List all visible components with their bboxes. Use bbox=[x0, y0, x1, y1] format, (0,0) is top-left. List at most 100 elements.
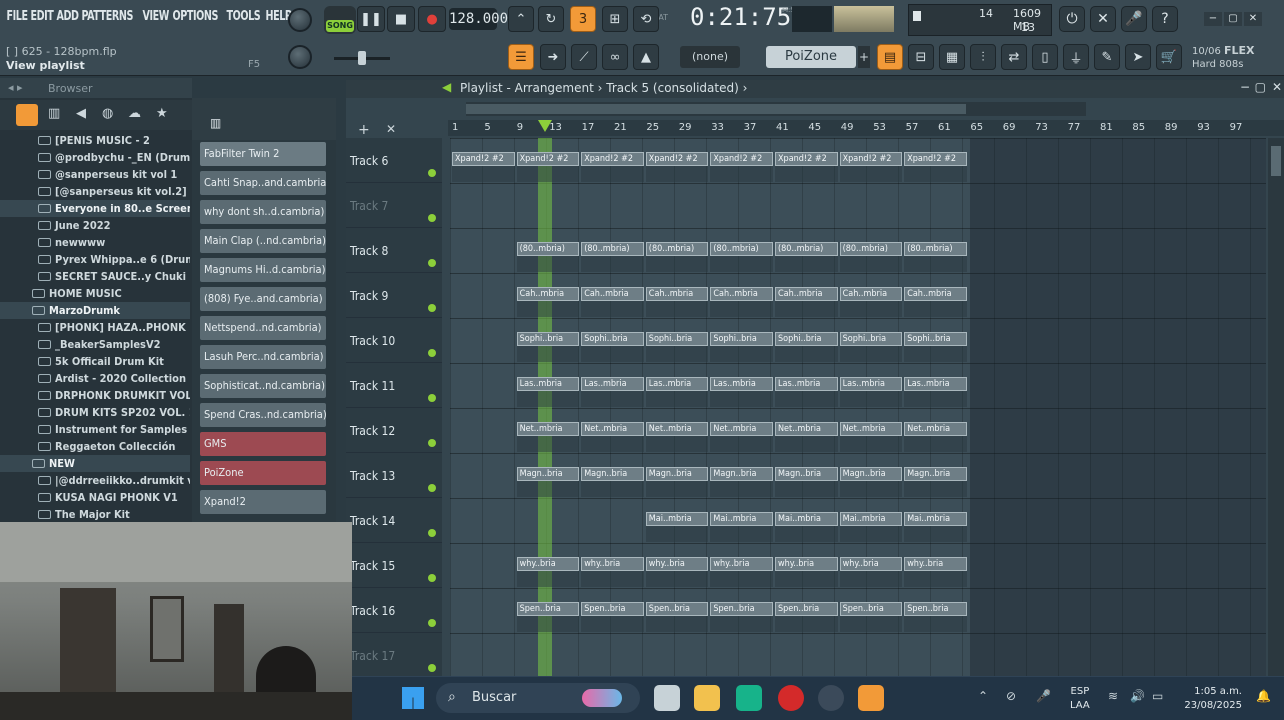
browser-folder-item[interactable]: |@ddrreeiikko..drumkit vol.1 bbox=[0, 472, 190, 489]
browser-folder-item[interactable]: [@sanperseus kit vol.2] bbox=[0, 183, 190, 200]
menu-tools[interactable]: TOOLS bbox=[224, 9, 263, 24]
playlist-close[interactable]: ✕ bbox=[1272, 80, 1282, 94]
pattern-clip[interactable]: why..bria bbox=[775, 557, 838, 571]
pattern-clip[interactable]: why..bria bbox=[839, 557, 903, 571]
vertical-scroll-thumb[interactable] bbox=[1271, 146, 1281, 176]
pattern-clip[interactable]: why..bria bbox=[645, 557, 709, 571]
store-icon[interactable] bbox=[736, 685, 762, 711]
add-track-icon[interactable]: + bbox=[358, 122, 370, 138]
flex-news-panel[interactable]: 10/06 FLEX Hard 808s bbox=[1192, 44, 1255, 71]
browser-folder-icon[interactable]: ▥ bbox=[48, 106, 60, 121]
pattern-clip[interactable]: Cah..mbria bbox=[839, 287, 903, 301]
track-mute-led[interactable] bbox=[428, 259, 436, 267]
pattern-clip[interactable]: Cah..mbria bbox=[581, 287, 644, 301]
channel-picker-item[interactable]: GMS bbox=[200, 432, 326, 456]
browser-folder-item[interactable]: [PHONK] HAZA..PHONK KIT 4 bbox=[0, 319, 190, 336]
playlist-minimize[interactable]: − bbox=[1240, 80, 1250, 94]
pattern-clip[interactable]: Magn..bria bbox=[839, 467, 903, 481]
channel-picker-item[interactable]: Main Clap (..nd.cambria) bbox=[200, 229, 326, 253]
pattern-clip[interactable]: Xpand!2 #2 bbox=[516, 152, 580, 166]
pattern-clip[interactable]: Mai..mbria bbox=[904, 512, 967, 526]
power-button[interactable]: ⏻ bbox=[1059, 6, 1085, 32]
snap-button[interactable]: ⟋ bbox=[571, 44, 597, 70]
track-header[interactable]: Track 16 bbox=[346, 588, 442, 633]
pattern-clip[interactable]: Xpand!2 #2 bbox=[710, 152, 773, 166]
play-pause-button[interactable]: ❚❚ bbox=[357, 6, 385, 32]
loop-record-button[interactable]: ⟲ bbox=[633, 6, 659, 32]
browser-folder-item[interactable]: SECRET SAUCE..y Chuki Beats bbox=[0, 268, 190, 285]
pattern-clip[interactable]: Sophi..bria bbox=[645, 332, 709, 346]
pattern-clip[interactable]: Mai..mbria bbox=[710, 512, 773, 526]
wait-input-button[interactable]: ↻ bbox=[538, 6, 564, 32]
pattern-clip[interactable]: Las..mbria bbox=[904, 377, 967, 391]
song-time-display[interactable]: 0:21:75 bbox=[690, 3, 791, 35]
browser-nav-icon[interactable]: ◂ ▸ bbox=[8, 81, 23, 94]
menu-add[interactable]: ADD bbox=[54, 9, 81, 24]
browser-folder-item[interactable]: Everyone in 80..e Screen) Kit bbox=[0, 200, 190, 217]
browser-folder-item[interactable]: MarzoDrumk bbox=[0, 302, 190, 319]
track-header[interactable]: Track 11 bbox=[346, 363, 442, 408]
pattern-clip[interactable]: Sophi..bria bbox=[710, 332, 773, 346]
pattern-clip[interactable]: Net..mbria bbox=[581, 422, 644, 436]
pattern-clip[interactable]: Las..mbria bbox=[645, 377, 709, 391]
track-header[interactable]: Track 13 bbox=[346, 453, 442, 498]
pattern-clip[interactable]: (80..mbria) bbox=[904, 242, 967, 256]
browser-folder-item[interactable]: DRUM KITS SP202 VOL. 1 bbox=[0, 404, 190, 421]
pattern-clip[interactable]: Spen..bria bbox=[710, 602, 773, 616]
pattern-clip[interactable]: why..bria bbox=[581, 557, 644, 571]
tray-wifi-icon[interactable]: ≋ bbox=[1108, 689, 1118, 703]
fl-studio-taskbar-icon[interactable] bbox=[858, 685, 884, 711]
channel-picker-item[interactable]: PoiZone bbox=[200, 461, 326, 485]
pattern-clip[interactable]: Xpand!2 #2 bbox=[839, 152, 903, 166]
playhead-marker[interactable] bbox=[538, 120, 552, 132]
pattern-clip[interactable]: Spen..bria bbox=[581, 602, 644, 616]
pattern-clip[interactable]: (80..mbria) bbox=[710, 242, 773, 256]
metronome-button[interactable]: ⌃ bbox=[508, 6, 534, 32]
menu-file[interactable]: FILE bbox=[4, 9, 30, 24]
minimize-button[interactable]: − bbox=[1204, 12, 1222, 26]
channel-picker-item[interactable]: FabFilter Twin 2 bbox=[200, 142, 326, 166]
pattern-clip[interactable]: Net..mbria bbox=[904, 422, 967, 436]
tray-battery-icon[interactable]: ▭ bbox=[1152, 689, 1163, 703]
play-arrow-icon[interactable]: ◀ bbox=[442, 80, 451, 94]
menu-patterns[interactable]: PATTERNS bbox=[79, 9, 135, 24]
pattern-clip[interactable]: (80..mbria) bbox=[516, 242, 580, 256]
browser-folder-item[interactable]: DRPHONK DRUMKIT VOL_3 bbox=[0, 387, 190, 404]
pattern-clip[interactable]: why..bria bbox=[516, 557, 580, 571]
channel-picker-item[interactable]: Xpand!2 bbox=[200, 490, 326, 514]
tray-network-off-icon[interactable]: ⊘ bbox=[1006, 689, 1016, 703]
shop-button[interactable]: 🛒 bbox=[1156, 44, 1182, 70]
channel-picker-item[interactable]: Cahti Snap..and.cambria) bbox=[200, 171, 326, 195]
stop-button[interactable]: ■ bbox=[387, 6, 415, 32]
track-header[interactable]: Track 7 bbox=[346, 183, 442, 228]
pattern-clip[interactable]: Las..mbria bbox=[516, 377, 580, 391]
browser-folder-item[interactable]: HOME MUSIC bbox=[0, 285, 190, 302]
browser-folder-item[interactable]: KUSA NAGI PHONK V1 bbox=[0, 489, 190, 506]
pattern-clip[interactable]: (80..mbria) bbox=[775, 242, 838, 256]
track-mute-led[interactable] bbox=[428, 619, 436, 627]
windows-start-button[interactable] bbox=[400, 685, 426, 711]
pattern-clip[interactable]: Sophi..bria bbox=[581, 332, 644, 346]
channel-picker-item[interactable]: Lasuh Perc..nd.cambria) bbox=[200, 345, 326, 369]
browser-folder-item[interactable]: [PENIS MUSIC - 2 bbox=[0, 132, 190, 149]
tray-clock[interactable]: 1:05 a.m. 23/08/2025 bbox=[1182, 685, 1242, 713]
pattern-clip[interactable]: Cah..mbria bbox=[516, 287, 580, 301]
template-button[interactable]: ▯ bbox=[1032, 44, 1058, 70]
mixer-button[interactable]: ⫶ bbox=[970, 44, 996, 70]
file-explorer-icon[interactable] bbox=[694, 685, 720, 711]
record-button[interactable]: ● bbox=[418, 6, 446, 32]
pattern-clip[interactable]: Las..mbria bbox=[710, 377, 773, 391]
close-button[interactable]: ✕ bbox=[1244, 12, 1262, 26]
menu-view[interactable]: VIEW bbox=[140, 9, 171, 24]
pattern-clip[interactable]: Spen..bria bbox=[839, 602, 903, 616]
track-header[interactable]: Track 8 bbox=[346, 228, 442, 273]
track-mute-led[interactable] bbox=[428, 664, 436, 672]
pattern-clip[interactable]: Las..mbria bbox=[839, 377, 903, 391]
browser-star-icon[interactable]: ★ bbox=[156, 106, 168, 121]
step-edit-button[interactable]: ⊞ bbox=[602, 6, 628, 32]
delete-track-icon[interactable]: ✕ bbox=[386, 122, 396, 136]
tray-chevron-icon[interactable]: ⌃ bbox=[978, 689, 988, 703]
channel-picker-item[interactable]: Nettspend..nd.cambria) bbox=[200, 316, 326, 340]
pattern-clip[interactable]: Cah..mbria bbox=[775, 287, 838, 301]
master-slider-handle[interactable] bbox=[358, 51, 366, 65]
